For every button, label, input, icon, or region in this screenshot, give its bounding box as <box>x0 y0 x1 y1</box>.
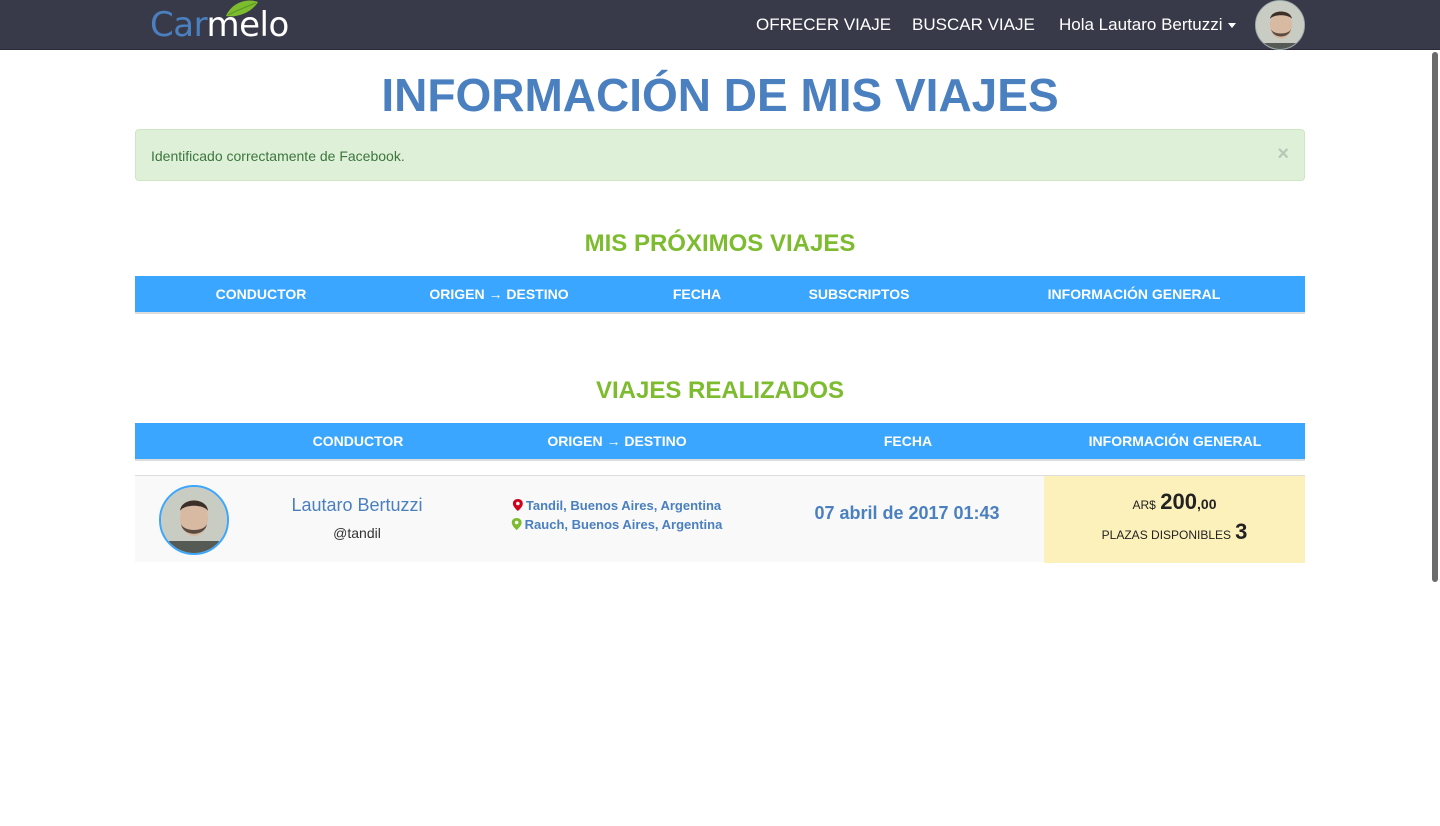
column-header: CONDUCTOR <box>215 286 307 302</box>
avatar-face-icon <box>161 487 227 553</box>
column-header: SUBSCRIPTOS <box>808 286 910 302</box>
trip-price: AR$ 200,00 <box>1044 489 1305 515</box>
table-row[interactable]: Lautaro Bertuzzi @tandil Tandil, Buenos … <box>135 475 1305 563</box>
origin-text: Tandil, Buenos Aires, Argentina <box>525 498 722 513</box>
upcoming-trips-title: MIS PRÓXIMOS VIAJES <box>584 230 856 257</box>
alert-message: Identificado correctamente de Facebook. <box>151 148 405 164</box>
nav-offer-trip[interactable]: OFRECER VIAJE <box>756 15 891 35</box>
success-alert: Identificado correctamente de Facebook. … <box>135 129 1305 181</box>
column-header: ORIGEN → DESTINO <box>429 286 569 302</box>
brand-text-melo: melo <box>206 5 289 45</box>
brand-logo[interactable]: Carmelo <box>150 0 310 46</box>
nav-search-trip[interactable]: BUSCAR VIAJE <box>912 15 1035 35</box>
user-greeting: Hola Lautaro Bertuzzi <box>1059 15 1223 34</box>
general-info-cell: AR$ 200,00 PLAZAS DISPONIBLES 3 <box>1044 476 1305 563</box>
vertical-scrollbar[interactable] <box>1430 50 1440 826</box>
brand-text-car: Car <box>150 5 207 45</box>
destination-text: Rauch, Buenos Aires, Argentina <box>524 517 723 532</box>
trip-date: 07 abril de 2017 01:43 <box>814 503 1000 523</box>
driver-name-link[interactable]: Lautaro Bertuzzi <box>291 494 422 516</box>
avatar-face-icon <box>1256 1 1304 49</box>
scrollbar-thumb[interactable] <box>1432 52 1438 582</box>
driver-handle: @tandil <box>333 525 381 541</box>
completed-trips-table-header: CONDUCTOR ORIGEN → DESTINO FECHA INFORMA… <box>135 423 1305 461</box>
brand-text: Carmelo <box>150 6 289 44</box>
column-header: INFORMACIÓN GENERAL <box>1047 286 1221 302</box>
column-header: FECHA <box>672 286 722 302</box>
seats-value: 3 <box>1235 519 1248 544</box>
price-integer: 200 <box>1160 489 1198 514</box>
caret-down-icon <box>1228 23 1237 29</box>
column-header: FECHA <box>883 433 933 449</box>
user-avatar[interactable] <box>1255 0 1305 50</box>
route-origin: Tandil, Buenos Aires, Argentina <box>512 498 722 514</box>
upcoming-trips-table-header: CONDUCTOR ORIGEN → DESTINO FECHA SUBSCRI… <box>135 276 1305 314</box>
seats-label: PLAZAS DISPONIBLES <box>1101 528 1232 542</box>
close-icon[interactable]: × <box>1277 144 1289 164</box>
nav-user-menu[interactable]: Hola Lautaro Bertuzzi <box>1059 15 1237 35</box>
origin-pin-icon <box>512 499 523 511</box>
column-header: ORIGEN → DESTINO <box>547 433 687 449</box>
price-decimal: ,00 <box>1197 496 1217 512</box>
price-currency: AR$ <box>1132 498 1156 512</box>
available-seats: PLAZAS DISPONIBLES 3 <box>1044 519 1305 545</box>
column-header: CONDUCTOR <box>312 433 404 449</box>
page-title: INFORMACIÓN DE MIS VIAJES <box>381 69 1059 121</box>
route-destination: Rauch, Buenos Aires, Argentina <box>511 517 723 533</box>
navbar: Carmelo OFRECER VIAJE BUSCAR VIAJE Hola … <box>0 0 1440 50</box>
completed-trips-title: VIAJES REALIZADOS <box>595 377 845 404</box>
driver-avatar[interactable] <box>159 485 229 555</box>
destination-pin-icon <box>511 518 522 530</box>
column-header: INFORMACIÓN GENERAL <box>1088 433 1262 449</box>
